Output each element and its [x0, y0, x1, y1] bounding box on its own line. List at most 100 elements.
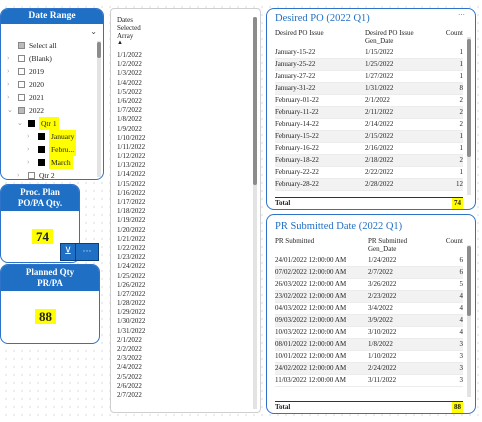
- dates-scrollbar-thumb[interactable]: [253, 17, 257, 185]
- table-row[interactable]: 10/03/2022 12:00:00 AM 3/10/2022 4: [275, 326, 463, 339]
- table-row[interactable]: January-15-22 1/15/2022 1: [275, 47, 463, 59]
- table-cell: February-11-22: [275, 106, 365, 119]
- date-row: 1/20/2022: [117, 225, 146, 234]
- date-row: 1/5/2022: [117, 87, 142, 96]
- expand-icon[interactable]: ›: [27, 143, 29, 156]
- date-row: 1/28/2022: [117, 299, 146, 308]
- collapse-icon[interactable]: ⌄: [17, 117, 23, 130]
- table-row[interactable]: 24/02/2022 12:00:00 AM 2/24/2022 3: [275, 362, 463, 375]
- expand-icon[interactable]: ›: [7, 52, 9, 65]
- table-row[interactable]: February-22-22 2/22/2022 1: [275, 166, 463, 179]
- slicer-item[interactable]: › March: [7, 156, 97, 169]
- more-options-icon[interactable]: ···: [458, 11, 465, 19]
- table-cell: 10/01/2022 12:00:00 AM: [275, 350, 368, 363]
- checkbox-icon[interactable]: [18, 94, 25, 101]
- checkbox-icon[interactable]: [28, 120, 35, 127]
- table-cell: 3/11/2022: [368, 374, 426, 387]
- table-cell: 2: [427, 118, 463, 131]
- date-range-slicer[interactable]: Date Range ⌄ Select all › (Blank) › 2019 › 202…: [0, 8, 104, 180]
- dates-column-header[interactable]: Dates Selected Array ▲: [117, 16, 141, 46]
- date-row: 1/16/2022: [117, 188, 146, 197]
- expand-icon[interactable]: ›: [7, 65, 9, 78]
- table-row[interactable]: February-14-22 2/14/2022 2: [275, 118, 463, 131]
- table-row[interactable]: February-28-22 2/28/2022 12: [275, 178, 463, 191]
- col-desired-po-gen-date[interactable]: Desired PO Issue Gen_Date: [365, 29, 427, 47]
- expand-icon[interactable]: ›: [7, 91, 9, 104]
- table-row[interactable]: 23/02/2022 12:00:00 AM 2/23/2022 4: [275, 290, 463, 303]
- table-row[interactable]: January-31-22 1/31/2022 8: [275, 82, 463, 95]
- collapse-icon[interactable]: ⌄: [7, 104, 13, 117]
- table-row[interactable]: February-11-22 2/11/2022 2: [275, 106, 463, 119]
- checkbox-icon[interactable]: [38, 159, 45, 166]
- table-cell: 1/8/2022: [368, 338, 426, 351]
- slicer-item[interactable]: › Febru...: [7, 143, 97, 156]
- checkbox-icon[interactable]: [18, 55, 25, 62]
- table-row[interactable]: February-18-22 2/18/2022 2: [275, 154, 463, 167]
- pr-submitted-scrollbar-thumb[interactable]: [467, 246, 471, 316]
- table-cell: January-31-22: [275, 82, 365, 95]
- checkbox-icon[interactable]: [38, 146, 45, 153]
- checkbox-icon[interactable]: [18, 42, 25, 49]
- slicer-item[interactable]: › January: [7, 130, 97, 143]
- col-desired-po-issue[interactable]: Desired PO Issue: [275, 29, 365, 47]
- expand-icon[interactable]: ›: [27, 156, 29, 169]
- table-row[interactable]: January-25-22 1/25/2022 1: [275, 58, 463, 71]
- slicer-item[interactable]: ⌄ 2022: [7, 104, 97, 117]
- checkbox-icon[interactable]: [18, 68, 25, 75]
- sort-ascending-icon[interactable]: ▲: [117, 40, 141, 46]
- checkbox-icon[interactable]: [18, 107, 25, 114]
- table-row[interactable]: 26/03/2022 12:00:00 AM 3/26/2022 5: [275, 278, 463, 291]
- slicer-item-label: 2020: [29, 80, 44, 89]
- slicer-item[interactable]: › (Blank): [7, 52, 97, 65]
- date-row: 1/6/2022: [117, 96, 142, 105]
- filter-icon[interactable]: ⊻: [60, 243, 76, 261]
- table-row[interactable]: February-15-22 2/15/2022 1: [275, 130, 463, 143]
- table-cell: 24/01/2022 12:00:00 AM: [275, 255, 368, 267]
- table-row[interactable]: 11/03/2022 12:00:00 AM 3/11/2022 3: [275, 374, 463, 387]
- col-count[interactable]: Count: [426, 237, 463, 255]
- expand-icon[interactable]: ›: [7, 78, 9, 91]
- expand-icon[interactable]: ›: [17, 169, 19, 179]
- table-row[interactable]: 24/01/2022 12:00:00 AM 1/24/2022 6: [275, 255, 463, 267]
- date-row: 2/6/2022: [117, 381, 142, 390]
- table-row[interactable]: 07/02/2022 12:00:00 AM 2/7/2022 6: [275, 266, 463, 279]
- slicer-item[interactable]: › Qtr 2: [7, 169, 97, 179]
- table-row[interactable]: January-27-22 1/27/2022 1: [275, 70, 463, 83]
- slicer-scrollbar-thumb[interactable]: [97, 42, 101, 58]
- planned-qty-title-line2: PR/PA: [37, 278, 63, 288]
- table-row[interactable]: 10/01/2022 12:00:00 AM 1/10/2022 3: [275, 350, 463, 363]
- slicer-scrollbar[interactable]: [97, 41, 101, 177]
- slicer-item[interactable]: ⌄ Qtr 1: [7, 117, 97, 130]
- slicer-item[interactable]: › 2021: [7, 91, 97, 104]
- proc-plan-value: 74: [32, 229, 53, 244]
- dates-list: 1/1/2022 1/2/2022 1/3/2022 1/4/2022 1/5/2022…: [117, 51, 145, 400]
- desired-po-scrollbar-thumb[interactable]: [467, 39, 471, 157]
- col-pr-submitted-gen-date[interactable]: PR Submitted Gen_Date: [368, 237, 426, 255]
- checkbox-icon[interactable]: [18, 81, 25, 88]
- date-row: 1/7/2022: [117, 106, 142, 115]
- date-row: 2/4/2022: [117, 363, 142, 372]
- expand-icon[interactable]: ›: [27, 130, 29, 143]
- table-cell: 2: [427, 94, 463, 107]
- table-row[interactable]: 08/01/2022 12:00:00 AM 1/8/2022 3: [275, 338, 463, 351]
- col-count[interactable]: Count: [427, 29, 463, 47]
- slicer-item[interactable]: Select all: [7, 39, 97, 52]
- dates-header-line2: Selected: [117, 24, 141, 32]
- total-value: 74: [452, 198, 463, 209]
- date-row: 1/21/2022: [117, 234, 146, 243]
- table-row[interactable]: 09/03/2022 12:00:00 AM 3/9/2022 4: [275, 314, 463, 327]
- checkbox-icon[interactable]: [38, 133, 45, 140]
- table-row[interactable]: February-16-22 2/16/2022 1: [275, 142, 463, 155]
- slicer-item[interactable]: › 2019: [7, 65, 97, 78]
- checkbox-icon[interactable]: [28, 172, 35, 179]
- table-cell: 3/4/2022: [368, 302, 426, 315]
- table-row[interactable]: February-01-22 2/1/2022 2: [275, 94, 463, 107]
- table-cell: 2/18/2022: [365, 154, 427, 167]
- table-row[interactable]: 04/03/2022 12:00:00 AM 3/4/2022 4: [275, 302, 463, 315]
- chevron-down-icon[interactable]: ⌄: [90, 27, 97, 36]
- date-row: 1/19/2022: [117, 216, 146, 225]
- more-options-icon[interactable]: ···: [75, 243, 99, 261]
- table-cell: 2/28/2022: [365, 178, 427, 191]
- slicer-item[interactable]: › 2020: [7, 78, 97, 91]
- col-pr-submitted[interactable]: PR Submitted: [275, 237, 368, 255]
